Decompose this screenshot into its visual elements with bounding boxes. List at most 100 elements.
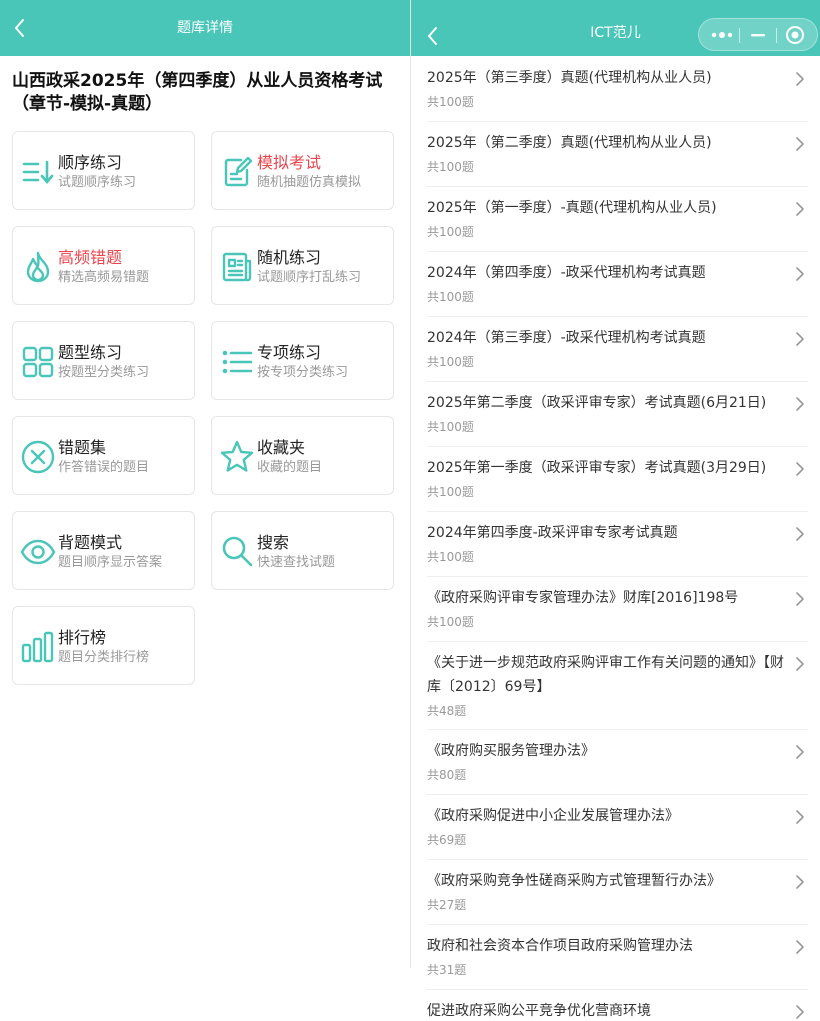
feature-card-2[interactable]: 高频错题精选高频易错题 — [12, 226, 195, 305]
exam-detail-panel: 题库详情 山西政采2025年（第四季度）从业人员资格考试 （章节-模拟-真题） … — [0, 0, 410, 1021]
feature-card-desc: 快速查找试题 — [257, 555, 336, 570]
item-title: 《政府采购评审专家管理办法》财库[2016]198号 — [427, 590, 739, 606]
minimize-button[interactable] — [747, 27, 769, 43]
bar-chart-icon — [20, 629, 56, 665]
item-title: 《关于进一步规范政府采购评审工作有关问题的通知》【财库〔2012〕69号】 — [427, 655, 784, 695]
item-question-count: 共100题 — [427, 550, 474, 564]
feature-card-0[interactable]: 顺序练习 试题顺序练习 — [12, 131, 195, 210]
question-bank-item[interactable]: 2025年（第三季度）真题(代理机构从业人员) 共100题 — [427, 57, 808, 122]
item-title: 2025年（第三季度）真题(代理机构从业人员) — [427, 70, 712, 86]
sort-icon — [20, 154, 56, 190]
feature-card-desc: 收藏的题目 — [257, 460, 323, 475]
target-icon — [786, 26, 804, 44]
chevron-right-icon — [794, 136, 806, 152]
question-bank-item[interactable]: 《政府采购评审专家管理办法》财库[2016]198号 共100题 — [427, 577, 808, 642]
chevron-right-icon — [794, 526, 806, 542]
item-question-count: 共100题 — [427, 355, 474, 369]
close-circle-icon — [20, 439, 56, 475]
grid-icon — [20, 344, 56, 380]
feature-card-title: 收藏夹 — [257, 438, 306, 457]
feature-card-desc: 精选高频易错题 — [58, 270, 150, 285]
minimize-icon — [751, 34, 765, 37]
item-title: 2025年（第二季度）真题(代理机构从业人员) — [427, 135, 712, 151]
eye-icon — [20, 534, 56, 570]
feature-card-7[interactable]: 收藏夹 收藏的题目 — [211, 416, 394, 495]
item-title: 2025年第二季度（政采评审专家）考试真题(6月21日) — [427, 395, 767, 411]
feature-card-desc: 作答错误的题目 — [58, 460, 150, 475]
question-bank-list: 2025年（第三季度）真题(代理机构从业人员) 共100题 2025年（第二季度）真… — [427, 57, 808, 1021]
question-bank-item[interactable]: 2025年第一季度（政采评审专家）考试真题(3月29日) 共100题 — [427, 447, 808, 512]
close-mini-program-button[interactable] — [785, 25, 805, 45]
item-title: 政府和社会资本合作项目政府采购管理办法 — [427, 938, 693, 954]
exam-title-line1: 山西政采2025年（第四季度）从业人员资格考试 — [12, 71, 383, 91]
feature-card-title: 高频错题 — [58, 248, 123, 267]
item-question-count: 共100题 — [427, 420, 474, 434]
feature-card-5[interactable]: 专项练习 按专项分类练习 — [211, 321, 394, 400]
question-bank-item[interactable]: 《政府购买服务管理办法》 共80题 — [427, 730, 808, 795]
question-bank-item[interactable]: 政府和社会资本合作项目政府采购管理办法 共31题 — [427, 925, 808, 990]
question-bank-panel: ICT范儿 2025年（第三季度）真题(代理机构从业人员) 共100题 2025年（… — [411, 0, 820, 1021]
question-bank-item[interactable]: 2024年（第四季度）-政采代理机构考试真题 共100题 — [427, 252, 808, 317]
item-question-count: 共27题 — [427, 898, 467, 912]
question-bank-item[interactable]: 《政府采购促进中小企业发展管理办法》 共69题 — [427, 795, 808, 860]
flame-icon — [20, 249, 56, 285]
left-header: 题库详情 — [0, 0, 410, 56]
feature-card-desc: 随机抽题仿真模拟 — [257, 175, 362, 190]
item-title: 2024年（第三季度）-政采代理机构考试真题 — [427, 330, 706, 346]
question-bank-item[interactable]: 2024年第四季度-政采评审专家考试真题 共100题 — [427, 512, 808, 577]
feature-card-desc: 试题顺序打乱练习 — [257, 270, 362, 285]
feature-card-desc: 题目分类排行榜 — [58, 650, 150, 665]
item-title: 2024年（第四季度）-政采代理机构考试真题 — [427, 265, 706, 281]
right-header: ICT范儿 — [411, 0, 820, 56]
question-bank-item[interactable]: 促进政府采购公平竞争优化营商环境 — [427, 990, 808, 1021]
chevron-right-icon — [794, 396, 806, 412]
item-question-count: 共100题 — [427, 160, 474, 174]
question-bank-item[interactable]: 2024年（第三季度）-政采代理机构考试真题 共100题 — [427, 317, 808, 382]
item-question-count: 共100题 — [427, 290, 474, 304]
news-icon — [219, 249, 255, 285]
page-title: 题库详情 — [177, 20, 233, 36]
question-bank-item[interactable]: 《政府采购竞争性磋商采购方式管理暂行办法》 共27题 — [427, 860, 808, 925]
list-icon — [219, 344, 255, 380]
capsule-separator — [739, 28, 740, 43]
feature-card-desc: 按题型分类练习 — [58, 365, 150, 380]
chevron-right-icon — [794, 1004, 806, 1020]
edit-paper-icon — [219, 154, 255, 190]
item-title: 《政府购买服务管理办法》 — [427, 743, 595, 759]
feature-card-6[interactable]: 错题集作答错误的题目 — [12, 416, 195, 495]
chevron-right-icon — [794, 874, 806, 890]
item-question-count: 共100题 — [427, 95, 474, 109]
chevron-right-icon — [794, 656, 806, 672]
star-icon — [219, 439, 255, 475]
question-bank-item[interactable]: 《关于进一步规范政府采购评审工作有关问题的通知》【财库〔2012〕69号】 共48… — [427, 642, 808, 730]
item-title: 2024年第四季度-政采评审专家考试真题 — [427, 525, 678, 541]
item-title: 《政府采购竞争性磋商采购方式管理暂行办法》 — [427, 873, 721, 889]
feature-card-3[interactable]: 随机练习试题顺序打乱练习 — [211, 226, 394, 305]
item-title: 2025年第一季度（政采评审专家）考试真题(3月29日) — [427, 460, 767, 476]
feature-card-10[interactable]: 排行榜 题目分类排行榜 — [12, 606, 195, 685]
more-menu-button[interactable] — [709, 27, 735, 43]
feature-card-title: 随机练习 — [257, 248, 322, 267]
item-title: 2025年（第一季度）-真题(代理机构从业人员) — [427, 200, 717, 216]
question-bank-item[interactable]: 2025年（第一季度）-真题(代理机构从业人员) 共100题 — [427, 187, 808, 252]
question-bank-item[interactable]: 2025年第二季度（政采评审专家）考试真题(6月21日) 共100题 — [427, 382, 808, 447]
chevron-right-icon — [794, 266, 806, 282]
feature-card-title: 错题集 — [58, 438, 107, 457]
chevron-right-icon — [794, 939, 806, 955]
chevron-right-icon — [794, 331, 806, 347]
feature-card-1[interactable]: 模拟考试随机抽题仿真模拟 — [211, 131, 394, 210]
feature-card-title: 模拟考试 — [257, 153, 322, 172]
item-title: 《政府采购促进中小企业发展管理办法》 — [427, 808, 679, 824]
item-question-count: 共31题 — [427, 963, 467, 977]
question-bank-item[interactable]: 2025年（第二季度）真题(代理机构从业人员) 共100题 — [427, 122, 808, 187]
chevron-right-icon — [794, 809, 806, 825]
search-icon — [219, 534, 255, 570]
feature-card-title: 顺序练习 — [58, 153, 123, 172]
feature-card-8[interactable]: 背题模式 题目顺序显示答案 — [12, 511, 195, 590]
exam-title: 山西政采2025年（第四季度）从业人员资格考试 （章节-模拟-真题） — [0, 56, 410, 116]
feature-card-desc: 题目顺序显示答案 — [58, 555, 163, 570]
chevron-right-icon — [794, 71, 806, 87]
capsule-separator — [776, 28, 777, 43]
feature-card-9[interactable]: 搜索 快速查找试题 — [211, 511, 394, 590]
feature-card-4[interactable]: 题型练习 按题型分类练习 — [12, 321, 195, 400]
